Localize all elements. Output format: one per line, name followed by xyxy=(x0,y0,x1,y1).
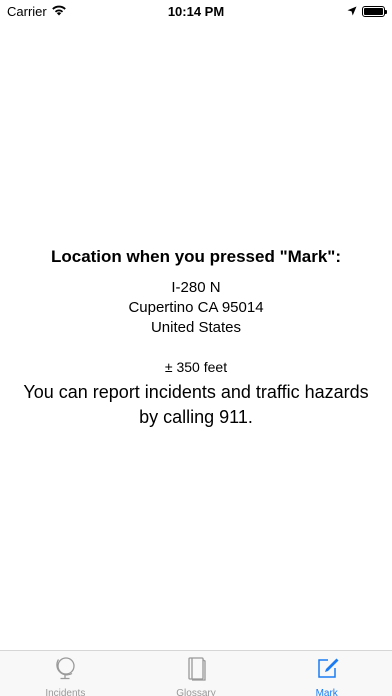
address-line-country: United States xyxy=(150,319,242,336)
location-arrow-icon xyxy=(347,4,357,19)
tab-glossary[interactable]: Glossary xyxy=(131,651,262,696)
address-line-city: Cupertino CA 95014 xyxy=(128,299,264,316)
tab-incidents[interactable]: Incidents xyxy=(0,651,131,696)
status-right xyxy=(265,4,387,19)
compose-icon xyxy=(314,656,340,686)
book-icon xyxy=(183,656,209,686)
battery-icon xyxy=(362,5,387,17)
carrier-label: Carrier xyxy=(7,3,47,19)
tab-mark[interactable]: Mark xyxy=(261,651,392,696)
tab-mark-label: Mark xyxy=(315,688,338,696)
tab-glossary-label: Glossary xyxy=(176,688,216,696)
report-info-text: You can report incidents and traffic haz… xyxy=(23,382,369,427)
address-block: I-280 N Cupertino CA 95014 United States xyxy=(0,278,392,338)
wifi-icon xyxy=(51,4,67,19)
tab-bar: Incidents Glossary Mark xyxy=(0,650,392,696)
location-accuracy: ± 350 feet xyxy=(164,359,228,375)
address-line-road: I-280 N xyxy=(171,279,221,296)
status-left: Carrier xyxy=(7,4,127,19)
mark-content: Location when you pressed "Mark": I-280 … xyxy=(0,246,392,430)
status-bar: Carrier 10:14 PM xyxy=(0,0,392,22)
status-time: 10:14 PM xyxy=(167,3,225,19)
globe-icon xyxy=(52,656,78,686)
screen: Carrier 10:14 PM Location when you press… xyxy=(0,0,392,696)
location-heading: Location when you pressed "Mark": xyxy=(50,247,342,266)
tab-incidents-label: Incidents xyxy=(45,688,86,696)
